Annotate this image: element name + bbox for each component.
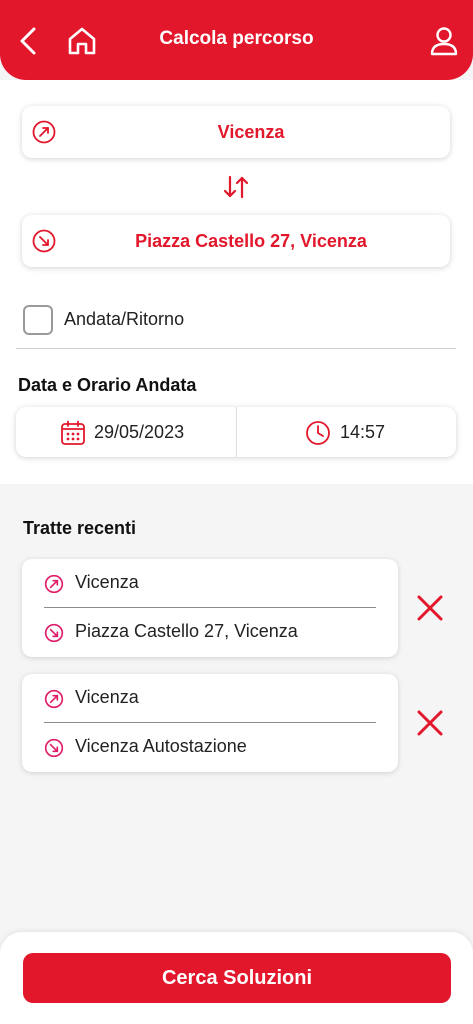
origin-value: Vicenza bbox=[217, 122, 285, 142]
recent-route-card[interactable]: Vicenza Piazza Castello 27, Vicenza bbox=[22, 559, 398, 657]
arrival-icon bbox=[32, 229, 56, 253]
roundtrip-label: Andata/Ritorno bbox=[64, 309, 185, 329]
divider bbox=[16, 348, 456, 349]
recent-origin: Vicenza bbox=[75, 687, 139, 707]
close-icon[interactable] bbox=[414, 592, 446, 624]
recent-origin: Vicenza bbox=[75, 572, 139, 592]
departure-icon bbox=[44, 689, 64, 709]
clock-icon[interactable] bbox=[305, 420, 331, 446]
swap-icon[interactable] bbox=[221, 174, 251, 200]
departure-icon bbox=[32, 120, 56, 144]
close-icon[interactable] bbox=[414, 707, 446, 739]
app-header: Calcola percorso bbox=[0, 0, 473, 80]
time-value[interactable]: 14:57 bbox=[340, 422, 385, 443]
calendar-icon[interactable] bbox=[60, 420, 86, 446]
search-solutions-button[interactable]: Cerca Soluzioni bbox=[23, 953, 451, 1003]
recent-route-card[interactable]: Vicenza Vicenza Autostazione bbox=[22, 674, 398, 772]
user-icon[interactable] bbox=[428, 24, 460, 58]
datetime-picker: 29/05/2023 14:57 bbox=[16, 407, 456, 457]
datetime-separator bbox=[236, 407, 237, 457]
roundtrip-checkbox[interactable] bbox=[23, 305, 53, 335]
date-value[interactable]: 29/05/2023 bbox=[94, 422, 184, 443]
recent-routes-title: Tratte recenti bbox=[23, 518, 137, 538]
origin-field[interactable]: Vicenza bbox=[22, 106, 450, 158]
departure-icon bbox=[44, 574, 64, 594]
page-title: Calcola percorso bbox=[159, 28, 314, 49]
destination-field[interactable]: Piazza Castello 27, Vicenza bbox=[22, 215, 450, 267]
destination-value: Piazza Castello 27, Vicenza bbox=[135, 231, 367, 251]
divider bbox=[44, 722, 376, 723]
arrival-icon bbox=[44, 623, 64, 643]
datetime-section-title: Data e Orario Andata bbox=[18, 375, 197, 395]
recent-destination: Piazza Castello 27, Vicenza bbox=[75, 621, 298, 641]
divider bbox=[44, 607, 376, 608]
recent-destination: Vicenza Autostazione bbox=[75, 736, 247, 756]
arrival-icon bbox=[44, 738, 64, 758]
